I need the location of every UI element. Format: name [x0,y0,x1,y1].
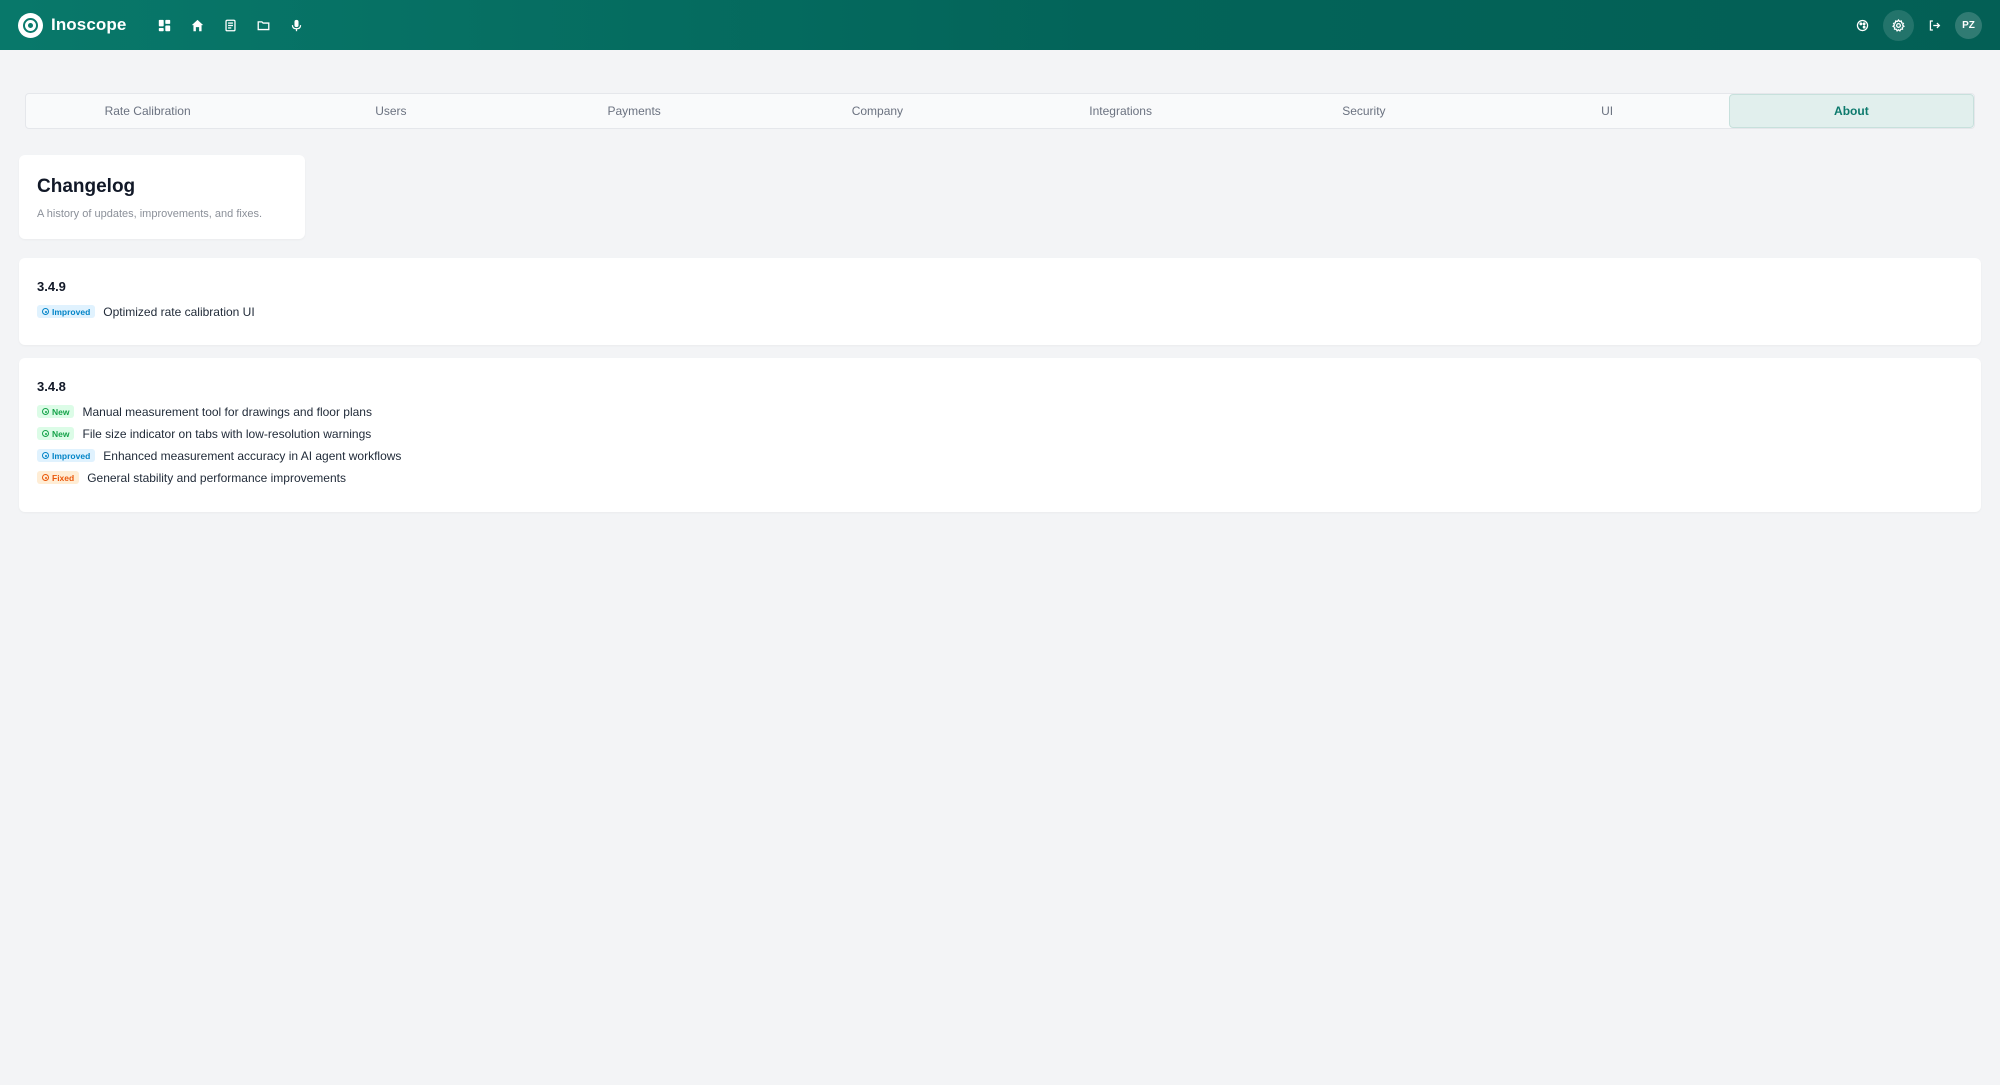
improved-badge: Improved [37,449,96,462]
entry-text: File size indicator on tabs with low-res… [82,426,372,441]
entry-text: Manual measurement tool for drawings and… [82,404,372,419]
tab-ui[interactable]: UI [1486,94,1729,128]
info-circle-icon [42,308,49,315]
dashboard-icon[interactable] [154,15,175,36]
folder-icon[interactable] [253,15,274,36]
info-circle-icon [42,408,49,415]
top-navigation-bar: Inoscope PZ [0,0,2000,50]
document-icon[interactable] [220,15,241,36]
tab-users[interactable]: Users [269,94,512,128]
list-item: Fixed General stability and performance … [37,470,401,485]
new-badge: New [37,405,75,418]
release-version: 3.4.9 [37,279,66,294]
user-avatar[interactable]: PZ [1955,11,1982,39]
settings-gear-icon[interactable] [1883,9,1914,41]
release-card: 3.4.8 New Manual measurement tool for dr… [19,358,1981,512]
app-name: Inoscope [51,15,127,34]
info-circle-icon [42,474,49,481]
home-icon[interactable] [187,15,208,36]
release-version: 3.4.8 [37,379,66,394]
logout-icon[interactable] [1923,14,1946,37]
app-logo[interactable]: Inoscope [18,12,127,38]
fixed-badge: Fixed [37,471,80,484]
tab-security[interactable]: Security [1242,94,1485,128]
page-title: Changelog [37,176,136,197]
info-circle-icon [42,452,49,459]
list-item: Improved Optimized rate calibration UI [37,304,255,319]
release-card: 3.4.9 Improved Optimized rate calibratio… [19,258,1981,345]
entry-text: General stability and performance improv… [87,470,346,485]
tab-rate-calibration[interactable]: Rate Calibration [26,94,269,128]
entry-text: Enhanced measurement accuracy in AI agen… [103,448,402,463]
changelog-header-card: Changelog A history of updates, improvem… [19,155,305,239]
entry-text: Optimized rate calibration UI [103,304,255,319]
improved-badge: Improved [37,305,96,318]
list-item: New Manual measurement tool for drawings… [37,404,401,419]
tab-about[interactable]: About [1728,94,1974,128]
release-entries: Improved Optimized rate calibration UI [37,304,255,326]
list-item: Improved Enhanced measurement accuracy i… [37,448,401,463]
tab-company[interactable]: Company [756,94,999,128]
list-item: New File size indicator on tabs with low… [37,426,401,441]
new-badge: New [37,427,75,440]
tab-payments[interactable]: Payments [513,94,756,128]
palette-icon[interactable] [1851,14,1874,37]
main-nav [154,15,307,36]
settings-tabs: Rate Calibration Users Payments Company … [25,93,1975,129]
logo-icon [18,12,43,38]
release-entries: New Manual measurement tool for drawings… [37,404,401,492]
info-circle-icon [42,430,49,437]
user-controls: PZ [1851,9,1982,41]
page-subtitle: A history of updates, improvements, and … [37,208,263,220]
microphone-icon[interactable] [286,15,307,36]
tab-integrations[interactable]: Integrations [999,94,1242,128]
